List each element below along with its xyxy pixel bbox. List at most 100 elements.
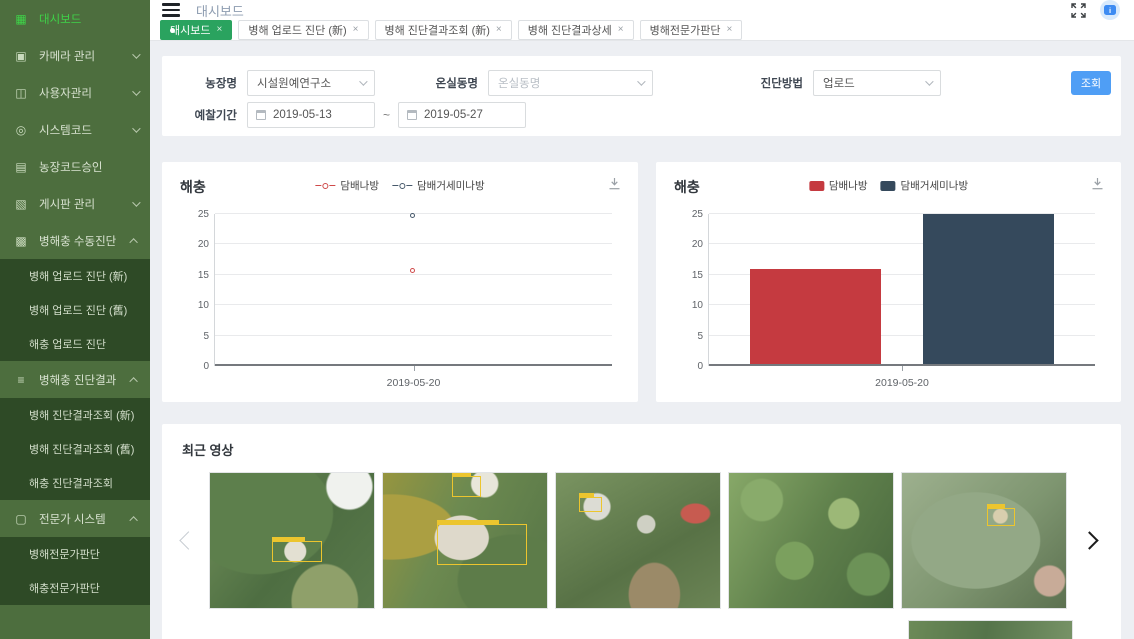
chart-title: 해충 [674, 179, 700, 195]
tab-disease-expert[interactable]: 병해전문가판단× [640, 20, 743, 40]
download-icon[interactable] [1091, 177, 1104, 195]
image-carousel [162, 472, 1121, 609]
annotation-box [437, 524, 527, 565]
tab-bar: 대시보드× 병해 업로드 진단 (新)× 병해 진단결과조회 (新)× 병해 진단결과… [150, 20, 1134, 41]
chevron-down-icon [637, 77, 645, 85]
carousel-prev-icon[interactable] [179, 531, 197, 549]
menu-icon[interactable] [162, 3, 180, 16]
gridline [215, 243, 612, 244]
recent-title: 최근 영상 [162, 440, 1121, 459]
annotation-box [987, 508, 1015, 526]
legend-label: 담배거세미나방 [417, 178, 485, 193]
pest-bar-chart-card: 해충담배나방담배거세미나방05101520252019-05-20 [656, 162, 1121, 402]
chart-header: 해충담배나방담배거세미나방 [656, 162, 1121, 197]
greenhouse-select[interactable]: 온실동명 [488, 70, 653, 96]
legend-label: 담배나방 [829, 178, 868, 193]
tab-close-icon[interactable]: × [353, 25, 359, 35]
sidebar-item-disease-expert[interactable]: 병해전문가판단 [0, 537, 150, 571]
expert-system-icon: ▢ [13, 512, 29, 526]
farm-select-value: 시설원예연구소 [257, 75, 359, 91]
chevron-down-icon [132, 198, 140, 206]
sidebar-item-label: 전문가 시스템 [39, 511, 132, 527]
period-label: 예찰기간 [182, 107, 237, 123]
annotation-box [452, 476, 482, 498]
tab-diagnosis-detail[interactable]: 병해 진단결과상세× [518, 20, 634, 40]
main-area: 대시보드 대시보드×병해 업로드 진단 (新)×병해 진단결과조회 (新)×병해… [150, 0, 1134, 639]
sidebar-item-disease-result-new[interactable]: 병해 진단결과조회 (新) [0, 398, 150, 432]
y-tick-label: 0 [173, 361, 209, 372]
method-select[interactable]: 업로드 [813, 70, 941, 96]
leaf-photo-2[interactable] [382, 472, 548, 609]
plant-photo-4[interactable] [728, 472, 894, 609]
sidebar-item-label: 시스템코드 [39, 122, 132, 138]
users-icon: ◫ [13, 86, 29, 100]
tab-close-icon[interactable]: × [216, 25, 222, 35]
sidebar-item-pest-expert[interactable]: 해충전문가판단 [0, 571, 150, 605]
tab-disease-upload-new[interactable]: 병해 업로드 진단 (新)× [238, 20, 368, 40]
leaf-photo-3[interactable] [555, 472, 721, 609]
tab-close-icon[interactable]: × [618, 25, 624, 35]
farm-select[interactable]: 시설원예연구소 [247, 70, 375, 96]
chevron-down-icon [359, 77, 367, 85]
y-tick-label: 0 [667, 361, 703, 372]
y-tick-label: 20 [173, 239, 209, 250]
sidebar-item-diagnosis-results[interactable]: ≡병해충 진단결과 [0, 361, 150, 398]
chevron-down-icon [925, 77, 933, 85]
sidebar-item-pest-upload[interactable]: 해충 업로드 진단 [0, 327, 150, 361]
y-tick-label: 15 [173, 270, 209, 281]
legend-swatch [881, 181, 896, 191]
tab-dashboard[interactable]: 대시보드× [160, 20, 232, 40]
y-tick-label: 20 [667, 239, 703, 250]
leaf-photo-6-partial[interactable] [908, 620, 1073, 639]
sidebar-submenu-expert-system: 병해전문가판단해충전문가판단 [0, 537, 150, 605]
chevron-down-icon [132, 124, 140, 132]
y-tick-label: 25 [173, 209, 209, 220]
sidebar-item-user-mgmt[interactable]: ◫사용자관리 [0, 74, 150, 111]
gridline [215, 274, 612, 275]
sidebar-item-farm-code-approval[interactable]: ▤농장코드승인 [0, 148, 150, 185]
sidebar-item-disease-upload-old[interactable]: 병해 업로드 진단 (舊) [0, 293, 150, 327]
sidebar-item-manual-diagnosis[interactable]: ▩병해충 수동진단 [0, 222, 150, 259]
y-tick-label: 10 [173, 300, 209, 311]
greenhouse-select-placeholder: 온실동명 [498, 75, 637, 91]
sidebar-item-expert-system[interactable]: ▢ 전문가 시스템 [0, 500, 150, 537]
fullscreen-icon[interactable] [1071, 3, 1086, 18]
tab-close-icon[interactable]: × [496, 25, 502, 35]
chevron-down-icon [132, 50, 140, 58]
y-tick-label: 15 [667, 270, 703, 281]
data-point-1 [410, 213, 415, 218]
gridline [215, 304, 612, 305]
x-tick-label: 2019-05-20 [875, 377, 929, 389]
leaf-photo-1[interactable] [209, 472, 375, 609]
carousel-thumbs [209, 472, 1067, 609]
chart-plot: 05101520252019-05-20 [214, 214, 612, 366]
recent-videos-panel: 최근 영상 [162, 424, 1121, 639]
download-icon[interactable] [608, 177, 621, 195]
annotation-box [579, 497, 602, 512]
date-from-input[interactable]: 2019-05-13 [247, 102, 375, 128]
chat-help-icon[interactable] [1100, 0, 1120, 20]
sidebar-item-pest-result[interactable]: 해충 진단결과조회 [0, 466, 150, 500]
sidebar-item-board-mgmt[interactable]: ▧게시판 관리 [0, 185, 150, 222]
search-button[interactable]: 조회 [1071, 71, 1111, 95]
tab-disease-result-new[interactable]: 병해 진단결과조회 (新)× [375, 20, 512, 40]
sidebar-item-dashboard[interactable]: ▦대시보드 [0, 0, 150, 37]
legend-line-marker [392, 183, 412, 189]
sidebar-item-system-code[interactable]: ◎시스템코드 [0, 111, 150, 148]
sidebar-item-label: 병해충 진단결과 [39, 372, 132, 388]
method-label: 진단방법 [748, 75, 803, 91]
sidebar-item-label: 게시판 관리 [39, 196, 132, 212]
date-to-input[interactable]: 2019-05-27 [398, 102, 526, 128]
sidebar-item-camera-mgmt[interactable]: ▣카메라 관리 [0, 37, 150, 74]
y-tick-label: 25 [667, 209, 703, 220]
carousel-next-icon[interactable] [1080, 531, 1098, 549]
sidebar-item-disease-result-old[interactable]: 병해 진단결과조회 (舊) [0, 432, 150, 466]
legend-line-marker [315, 183, 335, 189]
leaf-photo-5[interactable] [901, 472, 1067, 609]
annotation-box [272, 541, 321, 563]
charts-row: 해충담배나방담배거세미나방05101520252019-05-20 해충담배나방… [162, 162, 1121, 402]
legend-item: 담배거세미나방 [392, 178, 485, 193]
sidebar-item-disease-upload-new[interactable]: 병해 업로드 진단 (新) [0, 259, 150, 293]
tab-close-icon[interactable]: × [726, 25, 732, 35]
sidebar-item-label: 농장코드승인 [39, 159, 138, 175]
